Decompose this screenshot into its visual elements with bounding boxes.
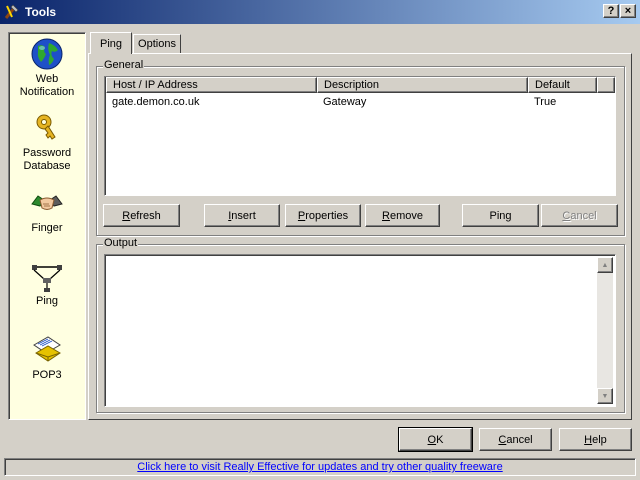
cancel-button[interactable]: Cancel <box>479 428 552 451</box>
tab-options[interactable]: Options <box>133 34 181 53</box>
column-header-default[interactable]: Default <box>528 77 597 93</box>
table-row[interactable]: gate.demon.co.uk Gateway True <box>106 96 614 110</box>
button-label: Ping <box>489 209 512 222</box>
sidebar-item-pop3[interactable]: POP3 <box>9 333 85 382</box>
general-group-label: General <box>103 59 145 71</box>
sidebar-item-label: Ping <box>35 295 59 307</box>
sidebar-item-label: Password Database <box>22 147 72 172</box>
network-icon <box>30 259 64 293</box>
description-cell: Gateway <box>323 96 367 108</box>
column-header-filler <box>597 77 615 93</box>
button-label: Insert <box>228 209 256 222</box>
tab-label: Ping <box>99 37 123 50</box>
sidebar-item-web-notification[interactable]: Web Notification <box>9 37 85 99</box>
column-header-description[interactable]: Description <box>317 77 528 93</box>
column-header-host[interactable]: Host / IP Address <box>106 77 317 93</box>
refresh-button[interactable]: Refresh <box>103 204 180 227</box>
output-scrollbar[interactable]: ▲ ▼ <box>597 257 613 404</box>
ok-button[interactable]: OK <box>398 427 473 452</box>
button-label: Help <box>584 433 607 446</box>
button-label: Refresh <box>122 209 161 222</box>
handshake-icon <box>30 186 64 220</box>
tools-app-icon <box>3 3 21 21</box>
scroll-down-button[interactable]: ▼ <box>597 388 613 404</box>
ping-button[interactable]: Ping <box>462 204 539 227</box>
output-textarea[interactable]: ▲ ▼ <box>104 254 616 407</box>
cancel-ping-button[interactable]: Cancel <box>541 204 618 227</box>
window-title: Tools <box>25 5 57 19</box>
sidebar-item-password-database[interactable]: Password Database <box>9 111 85 173</box>
host-cell: gate.demon.co.uk <box>112 96 200 108</box>
insert-button[interactable]: Insert <box>204 204 280 227</box>
website-link[interactable]: Click here to visit Really Effective for… <box>137 461 502 473</box>
tab-label: Options <box>138 38 176 50</box>
sidebar-item-finger[interactable]: Finger <box>9 186 85 235</box>
button-label: Cancel <box>498 433 533 446</box>
globe-icon <box>30 37 64 71</box>
help-title-button[interactable]: ? <box>603 4 619 18</box>
output-group-label: Output <box>103 237 139 249</box>
tab-ping[interactable]: Ping <box>90 32 132 54</box>
button-label: OK <box>427 433 444 446</box>
sidebar-item-label: Web Notification <box>19 73 75 98</box>
key-icon <box>30 111 64 145</box>
sidebar-item-label: POP3 <box>32 369 62 381</box>
scroll-up-button[interactable]: ▲ <box>597 257 613 273</box>
button-label: Cancel <box>562 209 597 222</box>
title-bar[interactable]: Tools ? × <box>0 0 640 24</box>
properties-button[interactable]: Properties <box>285 204 361 227</box>
mail-icon <box>30 333 64 367</box>
close-window-button[interactable]: × <box>620 4 636 18</box>
button-label: Remove <box>382 209 423 222</box>
tools-sidebar: Web Notification Password Database Finger <box>8 32 86 420</box>
status-bar: Click here to visit Really Effective for… <box>4 458 636 476</box>
remove-button[interactable]: Remove <box>365 204 440 227</box>
help-button[interactable]: Help <box>559 428 632 451</box>
default-cell: True <box>534 96 557 108</box>
sidebar-item-label: Finger <box>31 222 63 234</box>
sidebar-item-ping[interactable]: Ping <box>9 259 85 308</box>
button-label: Properties <box>297 209 349 222</box>
hosts-list[interactable]: Host / IP Address Description Default ga… <box>104 76 616 196</box>
